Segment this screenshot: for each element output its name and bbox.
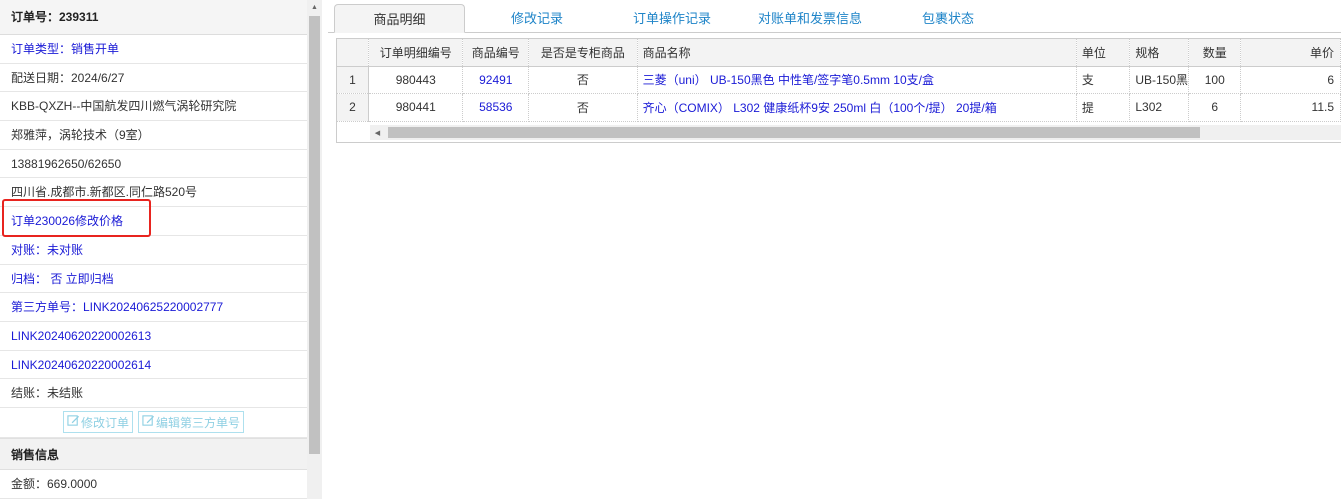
product-detail-grid: 订单明细编号 商品编号 是否是专柜商品 商品名称 单位 规格 数量 单价 1 9… bbox=[336, 38, 1341, 143]
product-id-link[interactable]: 58536 bbox=[462, 93, 530, 122]
delivery-date: 配送日期：2024/6/27 bbox=[0, 64, 307, 93]
third-party-order-2[interactable]: LINK20240620220002613 bbox=[0, 322, 307, 351]
amount: 金额：669.0000 bbox=[0, 470, 307, 499]
scroll-thumb[interactable] bbox=[388, 127, 1200, 138]
customer-name: KBB-QXZH--中国航发四川燃气涡轮研究院 bbox=[0, 92, 307, 122]
archive-status[interactable]: 归档： 否 立即归档 bbox=[0, 265, 307, 294]
col-header-counter-item[interactable]: 是否是专柜商品 bbox=[528, 39, 638, 67]
reconcile-status[interactable]: 对账：未对账 bbox=[0, 236, 307, 265]
tab-statement-invoice[interactable]: 对账单和发票信息 bbox=[746, 4, 874, 33]
edit-order-button[interactable]: 修改订单 bbox=[62, 411, 133, 434]
sales-info-section-title: 销售信息 bbox=[0, 437, 307, 470]
spec-cell: L302 bbox=[1129, 93, 1190, 122]
table-row[interactable]: 1 980443 92491 否 三菱（uni） UB-150黑色 中性笔/签字… bbox=[337, 66, 1341, 94]
tab-bar: 商品明细 修改记录 订单操作记录 对账单和发票信息 包裹状态 bbox=[328, 0, 1341, 33]
scroll-left-icon[interactable]: ◀ bbox=[370, 125, 385, 140]
scroll-up-icon[interactable]: ▲ bbox=[307, 0, 322, 14]
product-name-link[interactable]: 齐心（COMIX） L302 健康纸杯9安 250ml 白（100个/提） 20… bbox=[637, 93, 1077, 122]
settlement-status: 结账：未结账 bbox=[0, 379, 307, 408]
left-panel-scrollbar[interactable]: ▲ bbox=[307, 0, 322, 499]
col-header-detail-id[interactable]: 订单明细编号 bbox=[368, 39, 464, 67]
detail-id-cell: 980443 bbox=[368, 66, 464, 94]
scroll-thumb[interactable] bbox=[309, 16, 320, 454]
product-table: 订单明细编号 商品编号 是否是专柜商品 商品名称 单位 规格 数量 单价 1 9… bbox=[337, 39, 1341, 122]
unit-price-cell: 6 bbox=[1240, 66, 1341, 94]
order-action-bar: 修改订单 编辑第三方单号 bbox=[0, 408, 307, 438]
contact-phone: 13881962650/62650 bbox=[0, 150, 307, 179]
table-row[interactable]: 2 980441 58536 否 齐心（COMIX） L302 健康纸杯9安 2… bbox=[337, 93, 1341, 122]
detail-panel: 商品明细 修改记录 订单操作记录 对账单和发票信息 包裹状态 订单明细编号 商品… bbox=[328, 0, 1341, 499]
col-header-product-id[interactable]: 商品编号 bbox=[462, 39, 530, 67]
col-header-spec[interactable]: 规格 bbox=[1129, 39, 1190, 67]
order-number-header: 订单号：239311 bbox=[0, 0, 307, 35]
edit-icon bbox=[67, 414, 80, 430]
counter-item-cell: 否 bbox=[528, 93, 638, 122]
row-number: 2 bbox=[337, 93, 369, 122]
col-header-product-name[interactable]: 商品名称 bbox=[637, 39, 1077, 67]
edit-icon bbox=[142, 414, 155, 430]
delivery-address: 四川省.成都市.新都区.同仁路520号 bbox=[0, 178, 307, 208]
unit-price-cell: 11.5 bbox=[1240, 93, 1341, 122]
quantity-cell: 100 bbox=[1188, 66, 1242, 94]
third-party-order-3[interactable]: LINK20240620220002614 bbox=[0, 351, 307, 380]
table-header-row: 订单明细编号 商品编号 是否是专柜商品 商品名称 单位 规格 数量 单价 bbox=[337, 39, 1341, 67]
edit-order-label: 修改订单 bbox=[80, 415, 129, 430]
product-id-link[interactable]: 92491 bbox=[462, 66, 530, 94]
col-header-quantity[interactable]: 数量 bbox=[1188, 39, 1242, 67]
contact-person: 郑雅萍，涡轮技术（9室） bbox=[0, 121, 307, 150]
unit-cell: 提 bbox=[1076, 93, 1131, 122]
third-party-order[interactable]: 第三方单号：LINK20240625220002777 bbox=[0, 293, 307, 322]
tab-product-details[interactable]: 商品明细 bbox=[334, 4, 465, 33]
product-name-link[interactable]: 三菱（uni） UB-150黑色 中性笔/签字笔0.5mm 10支/盒 bbox=[637, 66, 1077, 94]
spec-cell: UB-150黑 bbox=[1129, 66, 1190, 94]
col-header-unit[interactable]: 单位 bbox=[1076, 39, 1131, 67]
counter-item-cell: 否 bbox=[528, 66, 638, 94]
unit-cell: 支 bbox=[1076, 66, 1131, 94]
order-type[interactable]: 订单类型：销售开单 bbox=[0, 35, 307, 64]
tab-package-status[interactable]: 包裹状态 bbox=[908, 4, 988, 33]
col-header-unit-price[interactable]: 单价 bbox=[1240, 39, 1341, 67]
col-header-row-number bbox=[337, 39, 369, 67]
tab-modification-log[interactable]: 修改记录 bbox=[492, 4, 582, 33]
quantity-cell: 6 bbox=[1188, 93, 1242, 122]
order-info-panel: 订单号：239311 订单类型：销售开单 配送日期：2024/6/27 KBB-… bbox=[0, 0, 322, 499]
row-number: 1 bbox=[337, 66, 369, 94]
detail-id-cell: 980441 bbox=[368, 93, 464, 122]
edit-third-party-label: 编辑第三方单号 bbox=[156, 415, 241, 430]
order-info-list: 订单号：239311 订单类型：销售开单 配送日期：2024/6/27 KBB-… bbox=[0, 0, 307, 499]
tab-order-operation-log[interactable]: 订单操作记录 bbox=[622, 4, 722, 33]
grid-horizontal-scrollbar[interactable]: ◀ bbox=[370, 125, 1341, 140]
order-remark-link[interactable]: 订单230026修改价格 bbox=[0, 207, 307, 236]
edit-third-party-button[interactable]: 编辑第三方单号 bbox=[138, 411, 245, 434]
